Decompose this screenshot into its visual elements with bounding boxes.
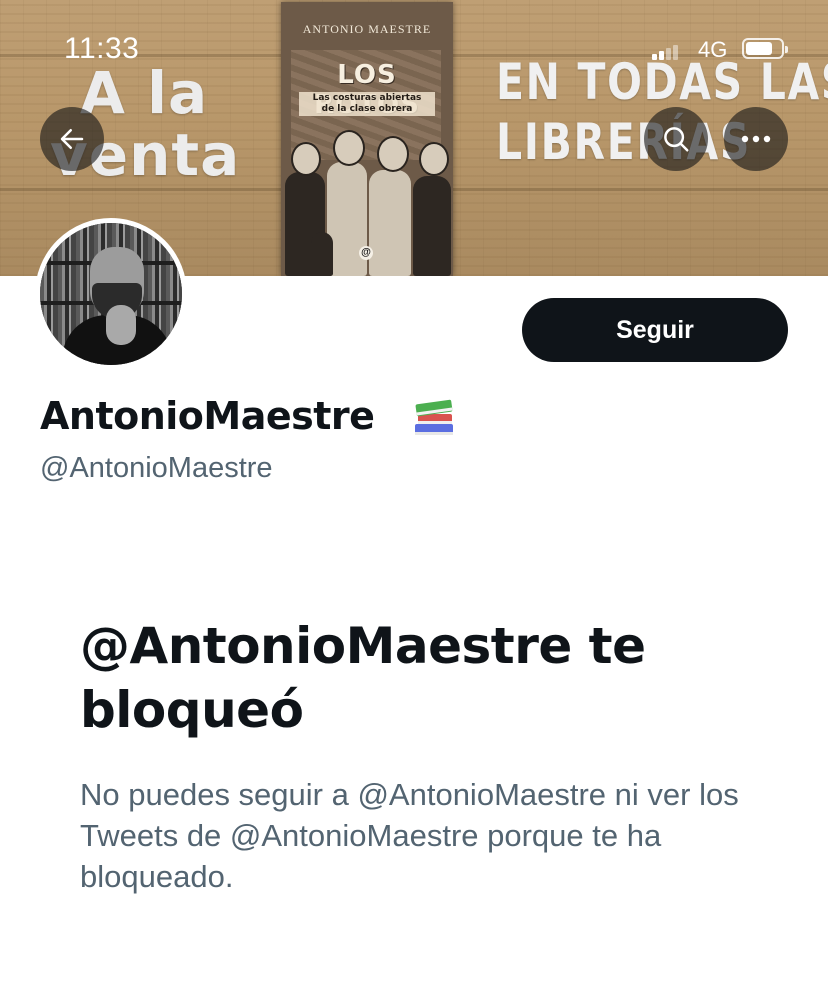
book-figure [413, 176, 451, 276]
search-button[interactable] [644, 107, 708, 171]
banner-right-line-1: EN TODAS LAS [496, 53, 828, 111]
book-subtitle-line-1: Las costuras abiertas [312, 93, 422, 103]
battery-icon [742, 38, 788, 59]
book-figure-head [291, 142, 321, 176]
book-author: ANTONIO MAESTRE [302, 22, 432, 36]
blocked-title: @AntonioMaestre te bloqueó [80, 617, 646, 739]
back-arrow-icon [60, 129, 84, 149]
book-figure-head [377, 136, 409, 172]
more-options-button[interactable] [724, 107, 788, 171]
profile-handle: @AntonioMaestre [40, 452, 273, 484]
signal-strength-icon [652, 44, 682, 60]
display-name: AntonioMaestre [40, 394, 375, 438]
avatar-hand [106, 305, 136, 345]
book-figure-head [419, 142, 449, 176]
book-figure [369, 170, 411, 276]
search-icon [664, 127, 689, 152]
book-figure-head [333, 130, 365, 166]
status-time: 11:33 [64, 32, 140, 65]
book-figure-child [311, 232, 333, 276]
book-subtitle-line-2: de la clase obrera [321, 104, 413, 114]
books-icon [415, 399, 453, 435]
back-button[interactable] [40, 107, 104, 171]
blocked-description: No puedes seguir a @AntonioMaestre ni ve… [80, 777, 739, 894]
network-type: 4G [698, 37, 728, 62]
book-cover: ANTONIO MAESTRE LOS ROTOS Las costuras a… [281, 2, 453, 276]
book-publisher-logo: @ [359, 246, 373, 260]
avatar[interactable] [35, 218, 187, 370]
book-figure [327, 162, 367, 276]
book-subtitle: Las costuras abiertas de la clase obrera [299, 92, 435, 116]
follow-button[interactable]: Seguir [522, 298, 788, 362]
battery-level [746, 42, 772, 55]
more-options-icon [741, 135, 771, 143]
